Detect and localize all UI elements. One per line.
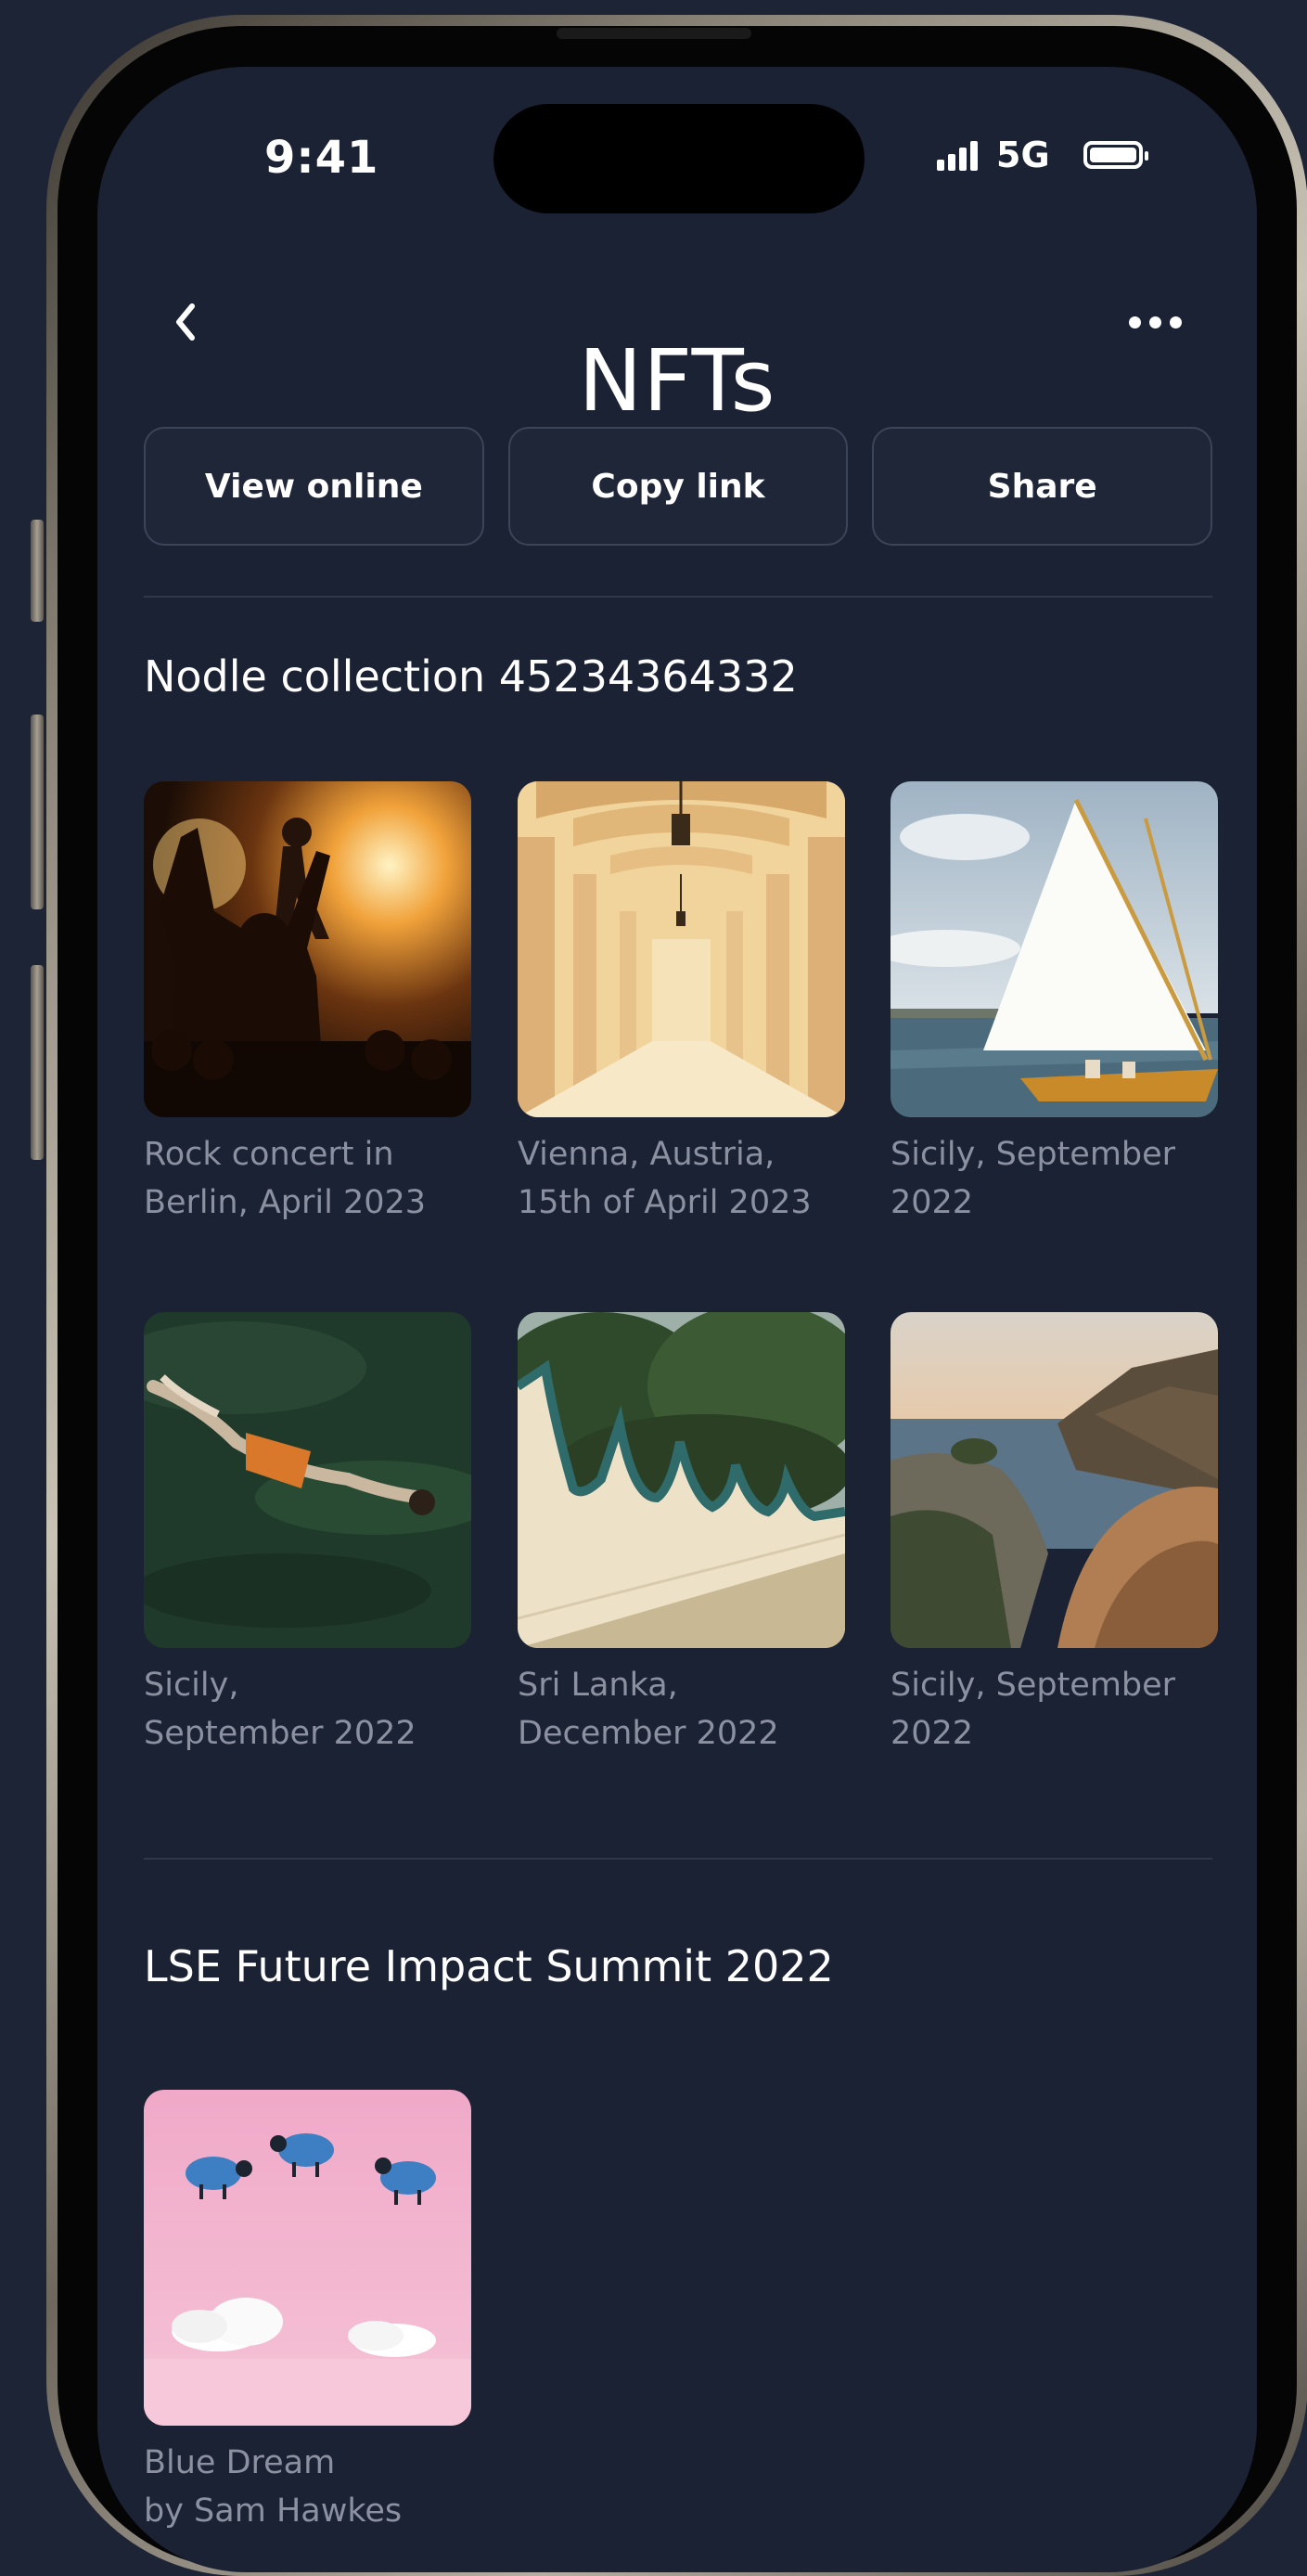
nft-caption: Rock concert in Berlin, April 2023 [144,1136,427,1221]
nft-image-rock-concert [144,781,471,1117]
section-title: Nodle collection 45234364332 [144,651,798,702]
dot [1169,316,1182,328]
network-label: 5G [996,135,1050,175]
nft-card[interactable]: Sri Lanka, December 2022 [518,1312,845,1758]
nft-image-vienna-arcade [518,781,845,1117]
nft-card[interactable]: Sicily, September 2022 [144,1312,471,1758]
action-bar: View online Copy link Share [144,427,1213,546]
nft-card[interactable]: Sicily, September 2022 [891,1312,1218,1758]
copy-link-button[interactable]: Copy link [507,427,849,546]
divider [144,596,1212,598]
nft-card[interactable]: Vienna, Austria, 15th of April 2023 [518,781,845,1227]
mute-switch [31,520,44,622]
signal-icon [937,139,978,171]
nft-image-swimmer [144,1312,471,1648]
battery-icon [1083,141,1148,169]
nft-caption: Sicily, September 2022 [891,1136,1176,1221]
nft-image-blue-sheep [144,2090,471,2426]
screen: 9:41 5G NFTs View online Copy link Share… [97,67,1257,2572]
nft-image-coastline [891,1312,1218,1648]
dot [1128,316,1141,328]
divider [144,1858,1212,1860]
nft-image-sailboat [891,781,1218,1117]
nft-caption: Sicily, September 2022 [144,1667,416,1752]
nft-card[interactable]: Blue Dream by Sam Hawkes [144,2090,471,2535]
nft-card[interactable]: Rock concert in Berlin, April 2023 [144,781,471,1227]
page-title: NFTs [578,331,776,431]
nft-caption: Blue Dream by Sam Hawkes [144,2444,403,2530]
status-time: 9:41 [264,132,379,184]
view-online-button[interactable]: View online [144,427,484,546]
volume-up-button [31,715,44,909]
dot [1148,316,1161,328]
nft-caption: Sicily, September 2022 [891,1667,1176,1752]
volume-down-button [31,965,44,1160]
speaker-slot [557,28,751,39]
more-options-button[interactable] [1113,290,1197,354]
nft-image-sri-lanka-wall [518,1312,845,1648]
nft-card[interactable]: Sicily, September 2022 [891,781,1218,1227]
nft-caption: Sri Lanka, December 2022 [518,1667,779,1752]
dynamic-island [493,104,865,213]
share-button[interactable]: Share [872,427,1213,546]
section-title: LSE Future Impact Summit 2022 [144,1941,834,1991]
status-indicators: 5G [937,134,1148,176]
nft-caption: Vienna, Austria, 15th of April 2023 [518,1136,812,1221]
